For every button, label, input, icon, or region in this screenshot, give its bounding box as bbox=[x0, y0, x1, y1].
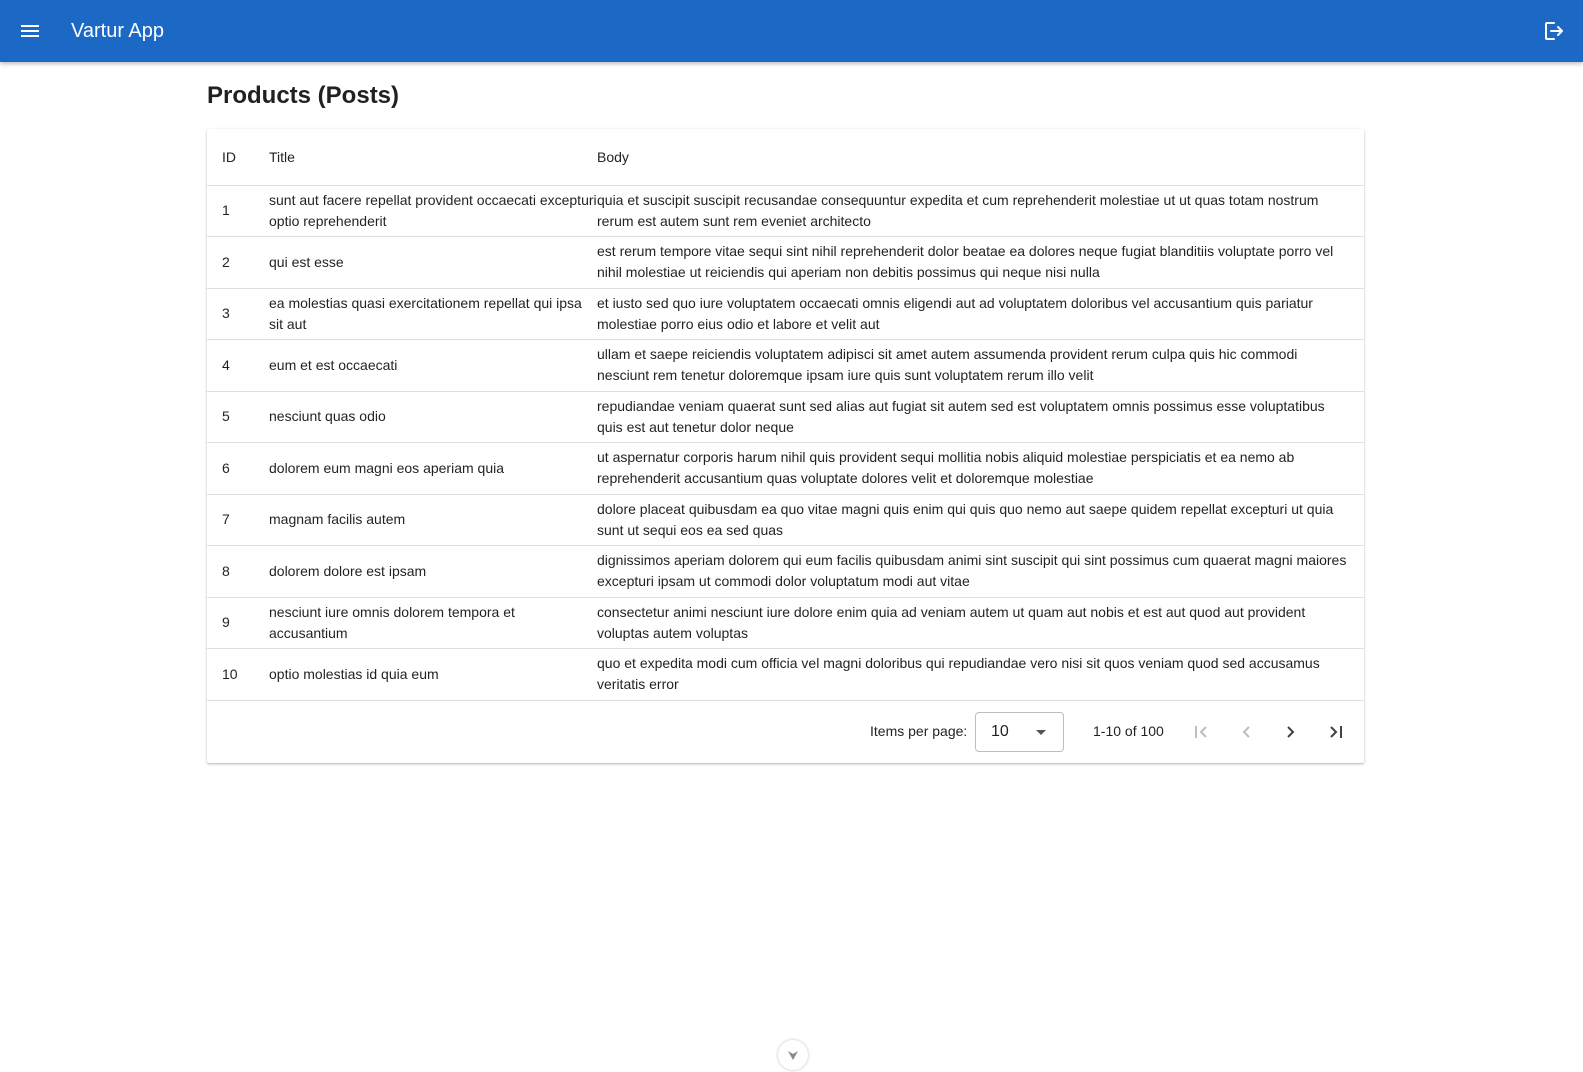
table-row[interactable]: 1 sunt aut facere repellat provident occ… bbox=[207, 185, 1364, 237]
first-page-icon bbox=[1195, 726, 1207, 738]
table-row[interactable]: 8 dolorem dolore est ipsam dignissimos a… bbox=[207, 545, 1364, 598]
cell-title: sunt aut facere repellat provident occae… bbox=[269, 185, 597, 237]
cell-id: 9 bbox=[207, 597, 269, 649]
next-page-button[interactable] bbox=[1273, 714, 1309, 750]
table-row[interactable]: 2 qui est esse est rerum tempore vitae s… bbox=[207, 236, 1364, 289]
cell-id: 6 bbox=[207, 442, 269, 495]
cell-title: magnam facilis autem bbox=[269, 494, 597, 546]
table-row[interactable]: 6 dolorem eum magni eos aperiam quia ut … bbox=[207, 442, 1364, 495]
cell-id: 3 bbox=[207, 288, 269, 340]
cell-title: nesciunt quas odio bbox=[269, 391, 597, 443]
paginator: Items per page: 10 1-10 of 100 bbox=[207, 701, 1364, 763]
previous-page-icon bbox=[1242, 726, 1250, 738]
products-table: ID Title Body 1 sunt aut facere repellat… bbox=[207, 129, 1364, 701]
cell-id: 8 bbox=[207, 545, 269, 598]
table-row[interactable]: 4 eum et est occaecati ullam et saepe re… bbox=[207, 339, 1364, 392]
cell-body: ullam et saepe reiciendis voluptatem adi… bbox=[597, 339, 1364, 392]
cell-id: 7 bbox=[207, 494, 269, 546]
cell-id: 1 bbox=[207, 185, 269, 237]
chevron-down-icon bbox=[788, 1051, 798, 1060]
cell-id: 2 bbox=[207, 236, 269, 289]
items-per-page-value: 10 bbox=[991, 723, 1009, 740]
previous-page-button[interactable] bbox=[1228, 714, 1264, 750]
table-row[interactable]: 10 optio molestias id quia eum quo et ex… bbox=[207, 648, 1364, 701]
cell-body: dolore placeat quibusdam ea quo vitae ma… bbox=[597, 494, 1364, 546]
menu-icon bbox=[21, 25, 39, 37]
cell-body: et iusto sed quo iure voluptatem occaeca… bbox=[597, 288, 1364, 340]
cell-body: ut aspernatur corporis harum nihil quis … bbox=[597, 442, 1364, 495]
table-row[interactable]: 7 magnam facilis autem dolore placeat qu… bbox=[207, 494, 1364, 546]
cell-title: qui est esse bbox=[269, 236, 597, 289]
column-header-body: Body bbox=[597, 129, 1364, 186]
last-page-button[interactable] bbox=[1318, 714, 1354, 750]
table-row[interactable]: 5 nesciunt quas odio repudiandae veniam … bbox=[207, 391, 1364, 443]
items-per-page-select[interactable]: 10 bbox=[975, 712, 1064, 752]
products-table-card: ID Title Body 1 sunt aut facere repellat… bbox=[207, 129, 1364, 763]
cell-body: est rerum tempore vitae sequi sint nihil… bbox=[597, 236, 1364, 289]
next-page-icon bbox=[1287, 726, 1295, 738]
range-label: 1-10 of 100 bbox=[1093, 723, 1164, 739]
table-header-row: ID Title Body bbox=[207, 129, 1364, 186]
cell-title: nesciunt iure omnis dolorem tempora et a… bbox=[269, 597, 597, 649]
cell-id: 10 bbox=[207, 648, 269, 701]
cell-body: quo et expedita modi cum officia vel mag… bbox=[597, 648, 1364, 701]
page-title: Products (Posts) bbox=[207, 82, 400, 109]
first-page-button[interactable] bbox=[1183, 714, 1219, 750]
cell-body: consectetur animi nesciunt iure dolore e… bbox=[597, 597, 1364, 649]
cell-id: 4 bbox=[207, 339, 269, 392]
dropdown-arrow-icon bbox=[1036, 730, 1046, 735]
app-title: Vartur App bbox=[71, 20, 165, 42]
column-header-id: ID bbox=[207, 129, 269, 186]
cell-title: dolorem eum magni eos aperiam quia bbox=[269, 442, 597, 495]
last-page-icon bbox=[1330, 726, 1342, 738]
cell-title: eum et est occaecati bbox=[269, 339, 597, 392]
cell-title: optio molestias id quia eum bbox=[269, 648, 597, 701]
devtools-toggle-button[interactable] bbox=[778, 1040, 808, 1070]
table-row[interactable]: 9 nesciunt iure omnis dolorem tempora et… bbox=[207, 597, 1364, 649]
items-per-page-label: Items per page: bbox=[870, 723, 968, 739]
cell-body: quia et suscipit suscipit recusandae con… bbox=[597, 185, 1364, 237]
cell-body: repudiandae veniam quaerat sunt sed alia… bbox=[597, 391, 1364, 443]
cell-title: ea molestias quasi exercitationem repell… bbox=[269, 288, 597, 340]
cell-body: dignissimos aperiam dolorem qui eum faci… bbox=[597, 545, 1364, 598]
logout-icon bbox=[1545, 22, 1563, 40]
app-toolbar: Vartur App bbox=[0, 0, 1583, 62]
cell-id: 5 bbox=[207, 391, 269, 443]
table-row[interactable]: 3 ea molestias quasi exercitationem repe… bbox=[207, 288, 1364, 340]
menu-button[interactable] bbox=[12, 13, 48, 49]
column-header-title: Title bbox=[269, 129, 597, 186]
logout-button[interactable] bbox=[1535, 13, 1571, 49]
cell-title: dolorem dolore est ipsam bbox=[269, 545, 597, 598]
